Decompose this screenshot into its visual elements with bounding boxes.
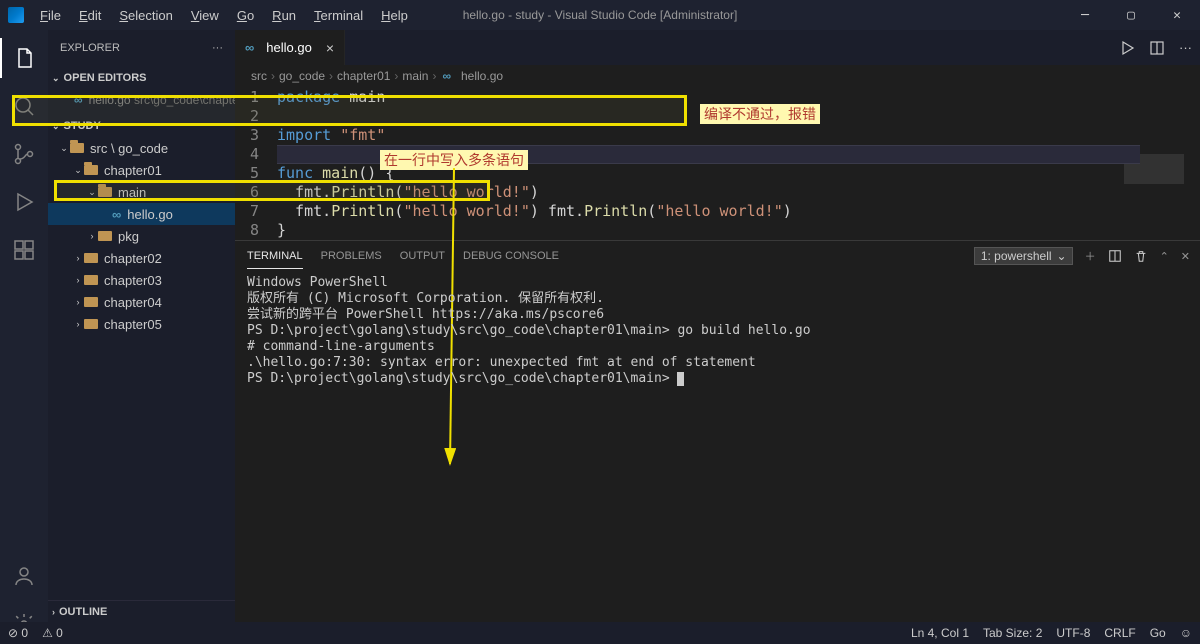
folder-item[interactable]: ›pkg — [48, 225, 235, 247]
explorer-icon[interactable] — [0, 38, 48, 78]
panel-tab-problems[interactable]: PROBLEMS — [321, 244, 382, 268]
menu-file[interactable]: File — [32, 4, 69, 27]
go-file-icon: ∞ — [112, 207, 121, 222]
status-item[interactable]: ☺ — [1180, 626, 1192, 640]
folder-icon — [84, 297, 98, 307]
close-button[interactable]: ✕ — [1154, 0, 1200, 30]
panel-tab-output[interactable]: OUTPUT — [400, 244, 445, 268]
folder-item[interactable]: ›chapter02 — [48, 247, 235, 269]
folder-item[interactable]: ⌄chapter01 — [48, 159, 235, 181]
folder-item[interactable]: ⌄src \ go_code — [48, 137, 235, 159]
folder-icon — [98, 231, 112, 241]
file-tree: ⌄src \ go_code⌄chapter01⌄main∞hello.go›p… — [48, 137, 235, 335]
panel-tab-terminal[interactable]: TERMINAL — [247, 244, 303, 269]
status-warnings[interactable]: ⚠ 0 — [42, 626, 63, 640]
folder-item[interactable]: ›chapter03 — [48, 269, 235, 291]
status-item[interactable]: UTF-8 — [1056, 626, 1090, 640]
file-item[interactable]: ∞hello.go — [48, 203, 235, 225]
more-actions-icon[interactable]: ··· — [1179, 40, 1192, 55]
accounts-icon[interactable] — [0, 556, 48, 596]
open-editors-section[interactable]: ⌄OPEN EDITORS — [48, 67, 235, 89]
menu-bar: FileEditSelectionViewGoRunTerminalHelp — [32, 4, 416, 27]
split-editor-icon[interactable] — [1149, 40, 1165, 56]
menu-terminal[interactable]: Terminal — [306, 4, 371, 27]
vscode-logo-icon — [8, 7, 24, 23]
folder-icon — [84, 275, 98, 285]
menu-selection[interactable]: Selection — [111, 4, 180, 27]
kill-terminal-icon[interactable] — [1134, 249, 1148, 263]
breadcrumb-item[interactable]: hello.go — [461, 69, 503, 83]
maximize-button[interactable]: ▢ — [1108, 0, 1154, 30]
run-file-icon[interactable] — [1119, 40, 1135, 56]
minimize-button[interactable]: ─ — [1062, 0, 1108, 30]
close-panel-icon[interactable]: ✕ — [1181, 250, 1190, 263]
annotation-bottom: 编译不通过，报错 — [700, 104, 820, 124]
folder-icon — [84, 165, 98, 175]
breadcrumb-item[interactable]: chapter01 — [337, 69, 390, 83]
folder-item[interactable]: ›chapter05 — [48, 313, 235, 335]
terminal[interactable]: Windows PowerShell版权所有 (C) Microsoft Cor… — [235, 271, 1200, 508]
run-debug-icon[interactable] — [0, 182, 48, 222]
close-tab-icon[interactable]: × — [326, 40, 334, 56]
panel: TERMINAL PROBLEMS OUTPUT DEBUG CONSOLE 1: p… — [235, 240, 1200, 508]
editor-tabs: ∞ hello.go × ··· — [235, 30, 1200, 65]
status-item[interactable]: Tab Size: 2 — [983, 626, 1042, 640]
panel-tabs: TERMINAL PROBLEMS OUTPUT DEBUG CONSOLE 1: p… — [235, 241, 1200, 271]
more-icon[interactable]: ··· — [212, 42, 223, 54]
status-item[interactable]: CRLF — [1104, 626, 1135, 640]
explorer-title: EXPLORER — [60, 42, 120, 54]
menu-edit[interactable]: Edit — [71, 4, 109, 27]
annotation-top: 在一行中写入多条语句 — [380, 150, 528, 170]
highlight-box-code — [54, 180, 490, 201]
tab-hello-go[interactable]: ∞ hello.go × — [235, 30, 345, 65]
highlight-box-terminal — [12, 95, 687, 126]
status-item[interactable]: Go — [1150, 626, 1166, 640]
menu-go[interactable]: Go — [229, 4, 262, 27]
breadcrumbs[interactable]: src›go_code›chapter01›main›∞hello.go — [235, 65, 1200, 87]
status-item[interactable]: Ln 4, Col 1 — [911, 626, 969, 640]
folder-item[interactable]: ›chapter04 — [48, 291, 235, 313]
panel-tab-debug-console[interactable]: DEBUG CONSOLE — [463, 244, 559, 268]
menu-view[interactable]: View — [183, 4, 227, 27]
terminal-selector[interactable]: 1: powershell — [974, 247, 1073, 265]
extensions-icon[interactable] — [0, 230, 48, 270]
editor-area: ∞ hello.go × ··· src›go_code›chapter01›m… — [235, 30, 1200, 644]
menu-run[interactable]: Run — [264, 4, 304, 27]
breadcrumb-item[interactable]: src — [251, 69, 267, 83]
title-bar: FileEditSelectionViewGoRunTerminalHelp h… — [0, 0, 1200, 30]
status-bar: ⊘ 0 ⚠ 0 Ln 4, Col 1 Tab Size: 2 UTF-8 CRLF G… — [0, 622, 1200, 644]
folder-icon — [84, 319, 98, 329]
breadcrumb-item[interactable]: main — [402, 69, 428, 83]
status-errors[interactable]: ⊘ 0 — [8, 626, 28, 640]
outline-section[interactable]: ›OUTLINE — [48, 600, 235, 622]
maximize-panel-icon[interactable]: ⌃ — [1160, 250, 1169, 263]
breadcrumb-item[interactable]: go_code — [279, 69, 325, 83]
folder-icon — [70, 143, 84, 153]
window-title: hello.go - study - Visual Studio Code [A… — [463, 8, 738, 22]
minimap[interactable] — [1124, 154, 1184, 234]
menu-help[interactable]: Help — [373, 4, 416, 27]
split-terminal-icon[interactable] — [1108, 249, 1122, 263]
go-file-icon: ∞ — [245, 40, 254, 55]
folder-icon — [84, 253, 98, 263]
new-terminal-icon[interactable]: ＋ — [1085, 248, 1096, 264]
source-control-icon[interactable] — [0, 134, 48, 174]
